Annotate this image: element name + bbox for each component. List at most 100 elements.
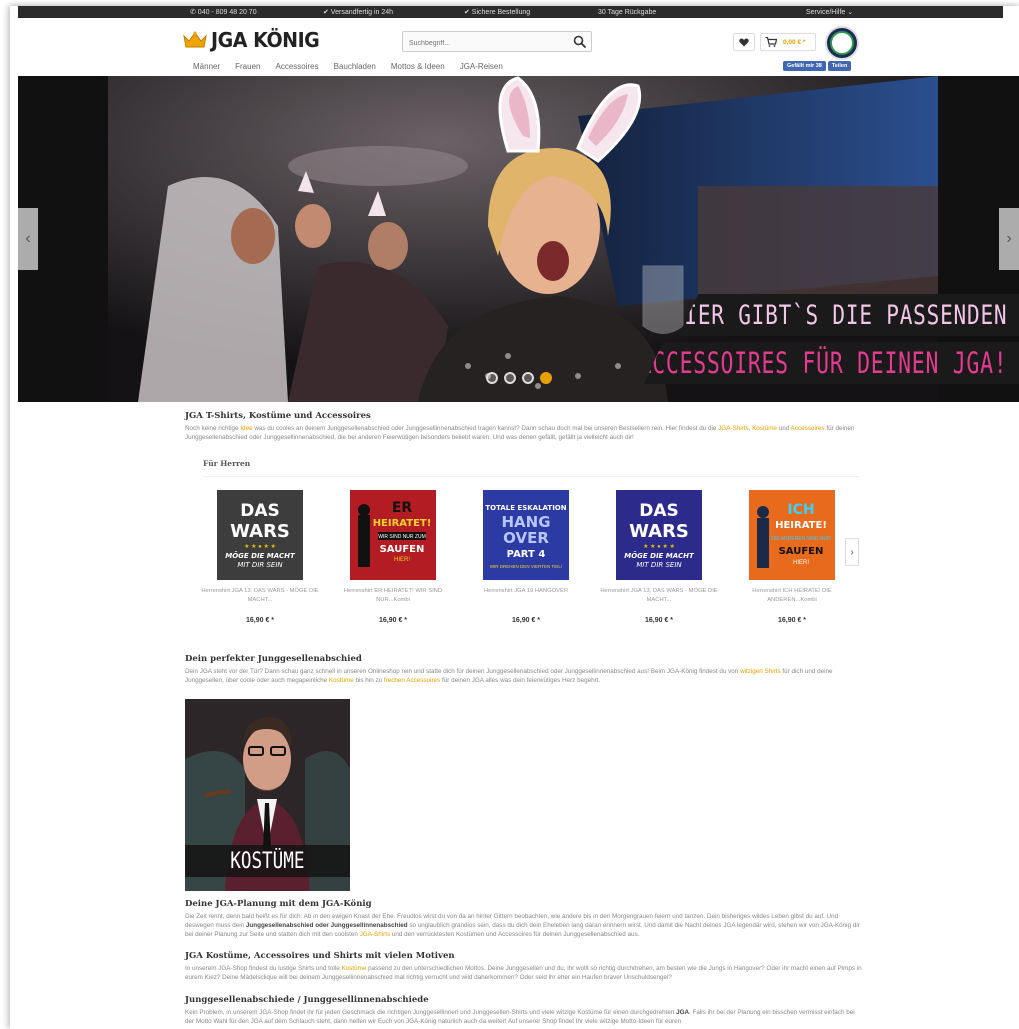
search-input[interactable] (403, 34, 563, 53)
hero-slider: ‹ › HIER GIBT`S DIE PASSENDEN ACCESSOIRE… (18, 76, 1019, 402)
svg-text:HEIRATE!: HEIRATE! (775, 520, 827, 531)
product-price: 16,90 € * (777, 617, 807, 624)
product-price: 16,90 € * (245, 617, 275, 624)
svg-text:DIE ANDEREN SIND NUR: DIE ANDEREN SIND NUR (771, 536, 831, 542)
kostueme-link[interactable]: Kostüme (341, 965, 366, 972)
kostueme-teaser-image[interactable]: KOSTÜME (185, 699, 350, 891)
cart-amount: 0,00 € * (783, 38, 806, 46)
facebook-like-button[interactable]: Gefällt mir 38 (783, 61, 826, 71)
svg-text:PART 4: PART 4 (507, 549, 546, 560)
facebook-widget: Gefällt mir 38 Teilen (783, 61, 852, 71)
nav-item-bauchladen[interactable]: Bauchladen (334, 62, 376, 71)
product-name[interactable]: Herrenshirt ICH HEIRATE! DIE ANDEREN...K… (732, 587, 852, 607)
product-name[interactable]: Herrenshirt ER HEIRATET! WIR SIND NUR...… (333, 587, 453, 607)
product-slider: Für Herren DAS WARS ★ ★ ● ★ ★ MÖGE DIE M… (193, 454, 859, 644)
slider-next-button[interactable]: › (845, 538, 859, 566)
product-name[interactable]: Herrenshirt JGA 13, DAS WARS - MÖGE DIE … (200, 587, 320, 607)
hero-headline-2: ACCESSOIRES FÜR DEINEN JGA! (644, 342, 1019, 384)
perfect-text: Dein JGA steht vor der Tür? Dann schau g… (185, 668, 833, 684)
wishlist-button[interactable] (733, 33, 755, 51)
perfect-jga-section: Dein perfekter Junggesellenabschied Dein… (185, 654, 865, 685)
planning-text: Die Zeit rennt, denn bald heißt es für d… (185, 913, 860, 938)
hero-next-button[interactable]: › (999, 208, 1019, 270)
product-image[interactable]: DAS WARS ★ ★ ● ★ ★ MÖGE DIE MACHT MIT DI… (217, 490, 303, 580)
product-image[interactable]: ICH HEIRATE! DIE ANDEREN SIND NUR SAUFEN… (749, 490, 835, 580)
seal-badge-icon (830, 31, 854, 55)
kostueme-label-text: KOSTÜME (230, 848, 305, 874)
topbar-secure: ✔ Sichere Bestellung (464, 9, 531, 16)
intro-section: JGA T-Shirts, Kostüme und Accessoires No… (185, 411, 865, 442)
cart-icon (765, 37, 777, 47)
accessoires-link[interactable]: Accessoires (791, 425, 825, 432)
hero-dot-3[interactable] (522, 372, 534, 384)
topbar-shipping: ✔ Versandfertig in 24h (323, 9, 394, 16)
svg-text:MIT DIR SEIN: MIT DIR SEIN (636, 561, 682, 569)
search-icon[interactable] (573, 35, 587, 49)
svg-text:MÖGE DIE MACHT: MÖGE DIE MACHT (624, 551, 695, 560)
top-info-bar: ✆ 040 - 809 48 20 70 ✔ Versandfertig in … (18, 6, 1003, 18)
svg-text:OVER: OVER (503, 529, 549, 547)
costumes-text: In unserem JGA-Shop findest du lustige S… (185, 965, 862, 981)
search-box (402, 31, 592, 53)
svg-text:WIR DREHEN DEN VIERTEN TEIL!: WIR DREHEN DEN VIERTEN TEIL! (490, 564, 562, 569)
hero-dot-1[interactable] (486, 372, 498, 384)
hero-headline-2-text: ACCESSOIRES FÜR DEINEN JGA! (638, 346, 1007, 380)
hero-dot-2[interactable] (504, 372, 516, 384)
trust-seal[interactable] (825, 26, 859, 60)
product-name[interactable]: Herrenshirt JGA 13, DAS WARS - MÖGE DIE … (599, 587, 719, 607)
product-card[interactable]: ER HEIRATET! WIR SIND NUR ZUM SAUFEN HIE… (333, 490, 453, 624)
nav-item-jga-reisen[interactable]: JGA-Reisen (460, 62, 503, 71)
main-navigation: Männer Frauen Accessoires Bauchladen Mot… (193, 62, 518, 71)
jga-shirts-link[interactable]: JGA-Shirts (718, 425, 748, 432)
logo-text: JGA KÖNIG (211, 28, 320, 52)
nav-item-accessoires[interactable]: Accessoires (275, 62, 318, 71)
witzige-shirts-link[interactable]: witzigen Shirts (740, 668, 781, 675)
hero-dot-4[interactable] (540, 372, 552, 384)
hero-headline-1-text: HIER GIBT`S DIE PASSENDEN (670, 299, 1007, 331)
bachelor-text: Kein Problem, in unserem JGA-Shop findet… (185, 1009, 855, 1025)
intro-text: Noch keine richtige Idee was du cooles a… (185, 425, 855, 441)
product-name[interactable]: Herrenshirt JGA 19 HANGOVER (466, 587, 586, 607)
nav-item-frauen[interactable]: Frauen (235, 62, 260, 71)
product-image[interactable]: DAS WARS ★ ★ ● ★ ★ MÖGE DIE MACHT MIT DI… (616, 490, 702, 580)
chevron-right-icon: › (850, 546, 854, 558)
svg-text:ICH: ICH (787, 502, 814, 518)
costumes-section: JGA Kostüme, Accessoires und Shirts mit … (185, 951, 865, 982)
svg-text:WIR SIND NUR ZUM: WIR SIND NUR ZUM (378, 534, 426, 540)
nav-item-mottos[interactable]: Mottos & Ideen (391, 62, 445, 71)
hero-pagination (486, 372, 552, 384)
svg-text:ER: ER (392, 500, 413, 516)
kostueme-link[interactable]: Kostüme (752, 425, 777, 432)
svg-text:SAUFEN: SAUFEN (380, 544, 425, 555)
product-card[interactable]: TOTALE ESKALATION HANG OVER PART 4 WIR D… (466, 490, 586, 624)
product-card[interactable]: ICH HEIRATE! DIE ANDEREN SIND NUR SAUFEN… (732, 490, 852, 624)
chevron-left-icon: ‹ (25, 230, 31, 247)
page-frame: ✆ 040 - 809 48 20 70 ✔ Versandfertig in … (10, 6, 1019, 1029)
product-image[interactable]: ER HEIRATET! WIR SIND NUR ZUM SAUFEN HIE… (350, 490, 436, 580)
kostueme-link[interactable]: Kostüme (329, 677, 354, 684)
frech-accessoires-link[interactable]: frechen Accessoires (384, 677, 440, 684)
product-price: 16,90 € * (511, 617, 541, 624)
intro-title: JGA T-Shirts, Kostüme und Accessoires (185, 411, 371, 421)
nav-item-maenner[interactable]: Männer (193, 62, 220, 71)
planning-title: Deine JGA-Planung mit dem JGA-König (185, 899, 372, 909)
shop-logo[interactable]: JGA KÖNIG (183, 28, 325, 52)
heart-icon (739, 38, 749, 46)
idee-link[interactable]: Idee (240, 425, 252, 432)
cart-button[interactable]: 0,00 € * (760, 33, 816, 51)
product-price: 16,90 € * (644, 617, 674, 624)
hero-prev-button[interactable]: ‹ (18, 208, 38, 270)
svg-text:★ ★ ● ★ ★: ★ ★ ● ★ ★ (244, 543, 276, 550)
planning-section: Deine JGA-Planung mit dem JGA-König Die … (185, 899, 865, 939)
topbar-service-link[interactable]: Service/Hilfe ⌄ (806, 8, 853, 16)
jga-shirts-link[interactable]: JGA-Shirts (360, 931, 390, 938)
svg-text:DAS: DAS (639, 501, 679, 521)
topbar-return: 30 Tage Rückgabe (598, 8, 657, 16)
svg-text:HIER!: HIER! (793, 560, 809, 566)
bachelor-section: Junggesellenabschiede / Junggesellinnena… (185, 995, 865, 1026)
facebook-share-button[interactable]: Teilen (827, 61, 852, 71)
product-card[interactable]: DAS WARS ★ ★ ● ★ ★ MÖGE DIE MACHT MIT DI… (200, 490, 320, 624)
product-image[interactable]: TOTALE ESKALATION HANG OVER PART 4 WIR D… (483, 490, 569, 580)
product-card[interactable]: DAS WARS ★ ★ ● ★ ★ MÖGE DIE MACHT MIT DI… (599, 490, 719, 624)
svg-text:SAUFEN: SAUFEN (779, 546, 824, 557)
